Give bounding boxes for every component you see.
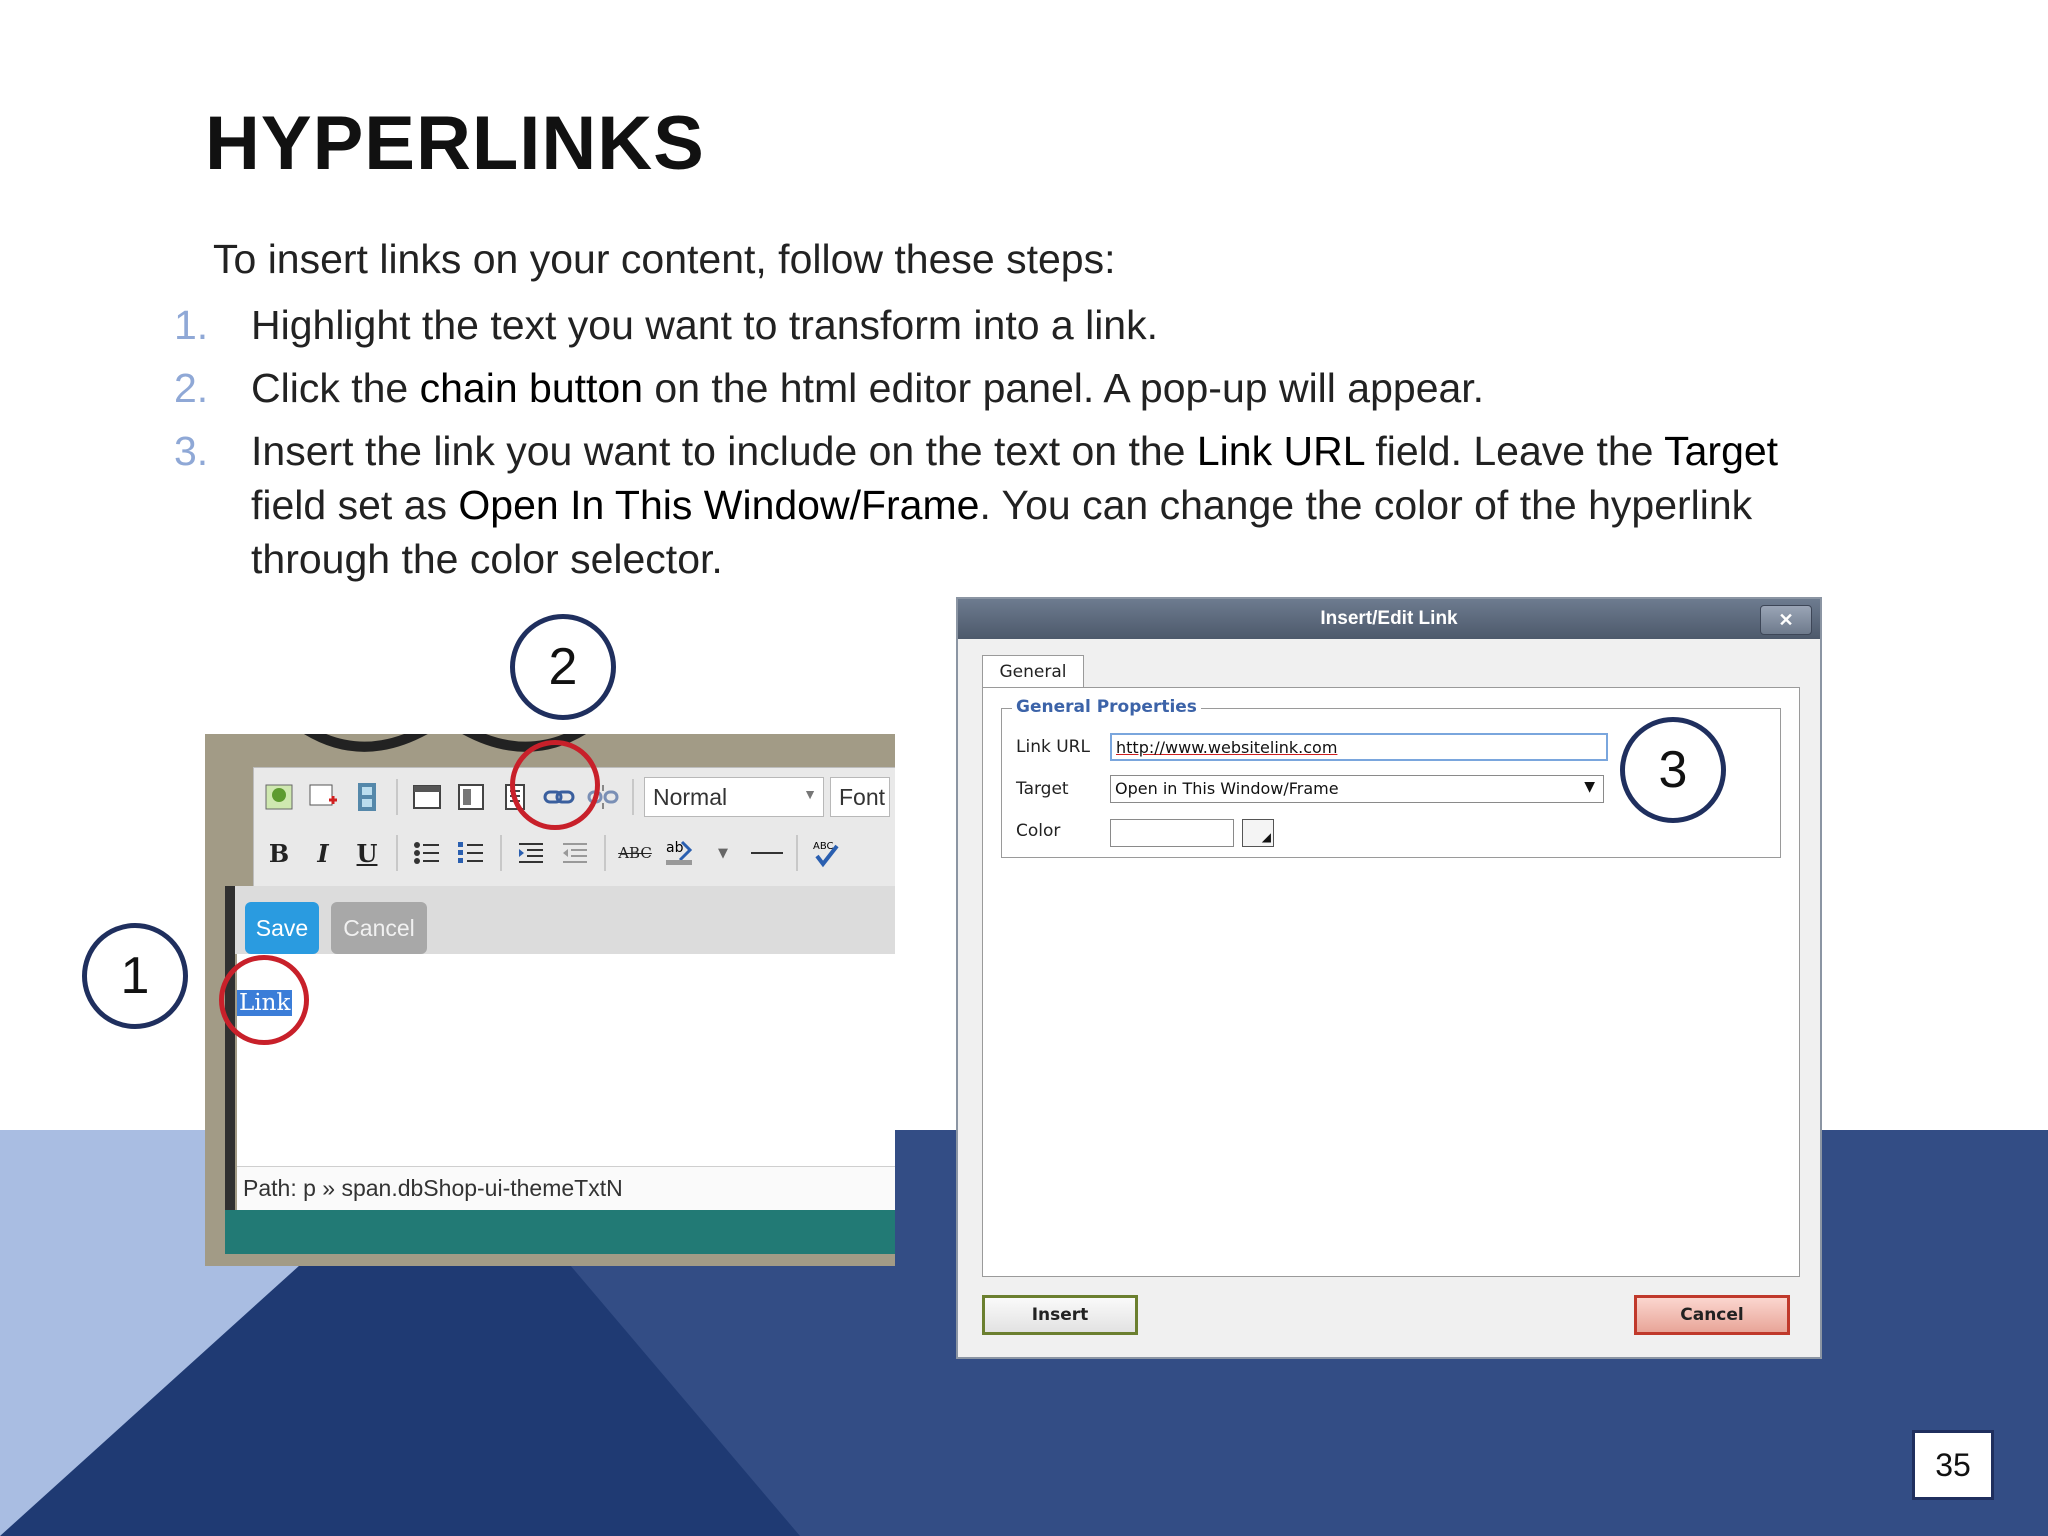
editor-left-edge [225,886,235,1216]
toolbar-row-2: B I U ABC ab ▼ ABC [260,830,846,876]
insert-image-icon[interactable] [304,778,342,816]
svg-text:ab: ab [666,840,684,856]
chevron-down-icon: ▼ [1584,779,1595,795]
link-url-field[interactable]: http://www.websitelink.com [1110,733,1608,761]
spell-check-mark-icon[interactable]: ABC [808,834,846,872]
insert-button[interactable]: Insert [982,1295,1138,1335]
toolbar-separator [604,835,606,871]
link-url-label: Link URL [1016,737,1090,757]
callout-3: 3 [1620,717,1726,823]
underline-icon[interactable]: U [348,834,386,872]
callout-1: 1 [82,923,188,1029]
dialog-title: Insert/Edit Link [958,599,1820,639]
step-number: 3. [174,428,209,474]
toolbar-separator [500,835,502,871]
numbered-list-icon[interactable] [452,834,490,872]
chain-button-highlight-ring [510,740,600,830]
fieldset-legend: General Properties [1012,697,1201,717]
style-select[interactable]: Normal ▼ [644,777,824,817]
close-icon[interactable]: ✕ [1760,605,1812,635]
outdent-icon[interactable] [556,834,594,872]
color-picker-icon[interactable]: ◢ [1242,819,1274,847]
editor-path-bar: Path: p » span.dbShop-ui-themeTxtN [237,1166,895,1210]
tab-general[interactable]: General [982,655,1084,688]
step-3: 3. Insert the link you want to include o… [174,424,1851,586]
bullet-list-icon[interactable] [408,834,446,872]
link-text-highlight-ring [219,955,309,1045]
callout-2: 2 [510,614,616,720]
editor-cancel-button[interactable]: Cancel [331,902,427,954]
svg-text:ABC: ABC [813,841,834,852]
bold-icon[interactable]: B [260,834,298,872]
step-1: 1. Highlight the text you want to transf… [174,298,1851,352]
step-number: 2. [174,365,209,411]
target-emphasis: Target [1664,428,1779,474]
dialog-cancel-button[interactable]: Cancel [1634,1295,1790,1335]
link-url-emphasis: Link URL [1196,428,1364,474]
target-label: Target [1016,779,1069,799]
chevron-down-icon: ▼ [803,786,817,802]
toolbar-separator [396,779,398,815]
editor-footer-strip [225,1210,895,1254]
indent-icon[interactable] [512,834,550,872]
toolbar-separator [632,779,634,815]
step-2: 2. Click the chain button on the html ed… [174,361,1851,415]
page-number: 35 [1912,1430,1994,1500]
target-select[interactable]: Open in This Window/Frame ▼ [1110,775,1604,803]
chain-button-emphasis: chain button [419,365,644,411]
form-icon[interactable] [452,778,490,816]
open-window-emphasis: Open In This Window/Frame [458,482,980,528]
insert-edit-link-dialog: Insert/Edit Link ✕ General General Prope… [956,597,1822,1359]
color-field[interactable] [1110,819,1234,847]
italic-icon[interactable]: I [304,834,342,872]
color-label: Color [1016,821,1061,841]
step-text: Click the chain button on the html edito… [251,365,1485,411]
chevron-down-icon[interactable]: ▼ [704,834,742,872]
spellcheck-icon[interactable]: ABC [616,834,654,872]
horizontal-rule-icon[interactable] [748,834,786,872]
film-icon[interactable] [348,778,386,816]
step-text: Highlight the text you want to transform… [251,302,1159,348]
table-icon[interactable] [408,778,446,816]
step-text: Insert the link you want to include on t… [251,428,1779,582]
font-select[interactable]: Font [830,777,890,817]
slide-title: HYPERLINKS [205,101,705,186]
toolbar-separator [796,835,798,871]
step-number: 1. [174,302,209,348]
image-icon[interactable] [260,778,298,816]
intro-text: To insert links on your content, follow … [213,236,1116,282]
save-button[interactable]: Save [245,902,319,954]
highlight-color-icon[interactable]: ab [660,834,698,872]
toolbar-separator [396,835,398,871]
